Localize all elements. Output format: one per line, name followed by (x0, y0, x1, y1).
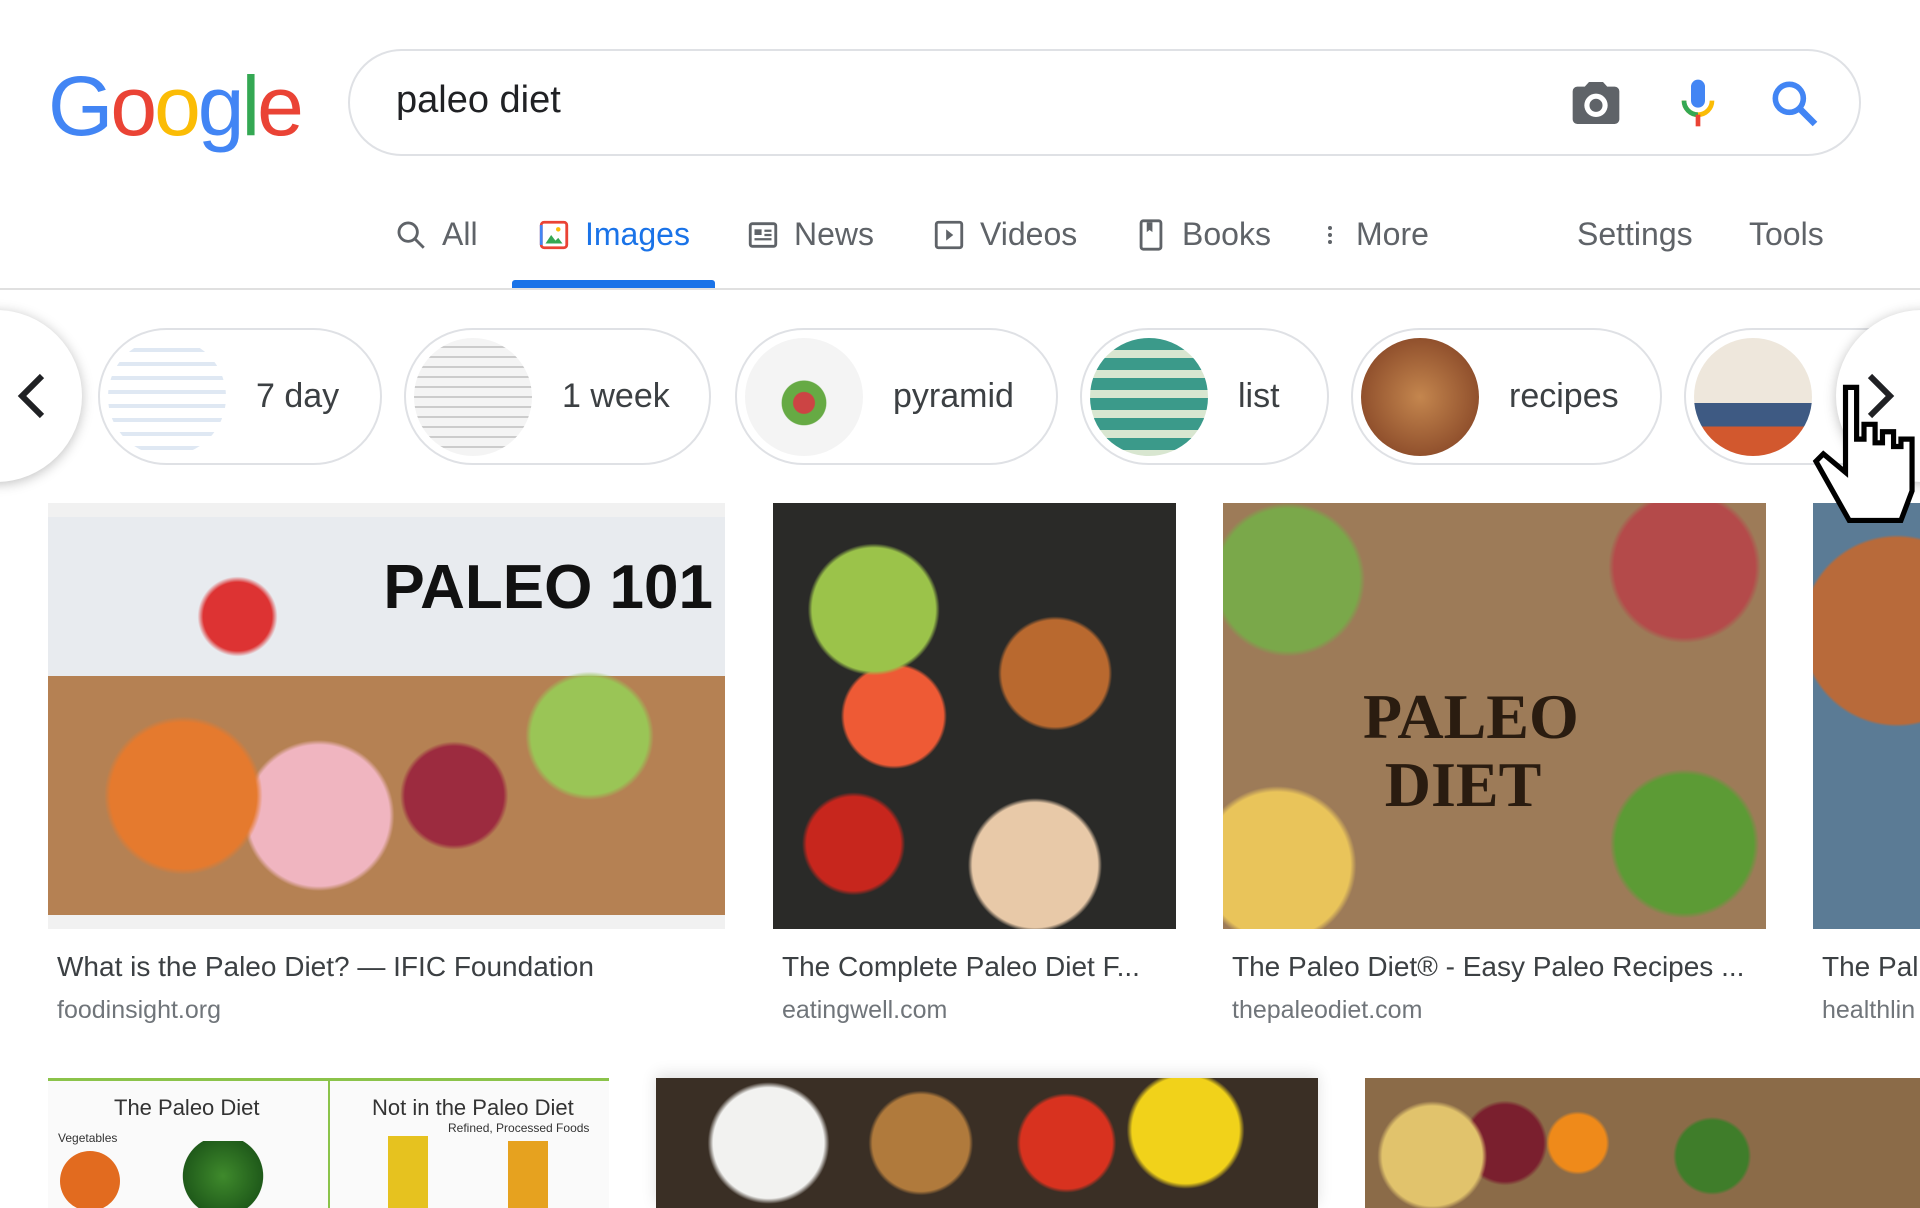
active-tab-indicator (512, 280, 715, 288)
result-source[interactable]: healthlin (1822, 996, 1915, 1025)
chip-list[interactable]: list (1080, 328, 1329, 465)
divider (0, 288, 1920, 290)
result-title[interactable]: The Pal (1822, 951, 1919, 983)
chip-label: recipes (1509, 377, 1619, 415)
chip-thumbnail (1694, 337, 1812, 456)
chip-label: 1 week (562, 377, 670, 415)
search-input[interactable]: paleo diet (396, 79, 561, 122)
tab-label: Images (585, 216, 690, 252)
tools-link[interactable]: Tools (1749, 216, 1824, 253)
tab-news[interactable]: News (746, 216, 874, 253)
settings-link[interactable]: Settings (1577, 216, 1693, 253)
tab-videos[interactable]: Videos (932, 216, 1077, 253)
play-icon (934, 220, 964, 249)
image-overlay-text: PALEO DIET (1363, 681, 1579, 820)
chip-label: list (1238, 377, 1280, 415)
tab-images[interactable]: Images (537, 216, 690, 253)
image-overlay-text: Vegetables (58, 1131, 118, 1145)
chip-1-week[interactable]: 1 week (404, 328, 711, 465)
result-source[interactable]: foodinsight.org (57, 996, 221, 1025)
image-overlay-text: Not in the Paleo Diet (372, 1095, 574, 1120)
news-icon (748, 221, 778, 248)
google-logo[interactable]: Google (48, 58, 304, 155)
result-image[interactable] (1813, 503, 1920, 929)
tab-label: Books (1182, 216, 1271, 252)
chip-pyramid[interactable]: pyramid (735, 328, 1058, 465)
chip-thumbnail (1090, 337, 1208, 456)
chip-thumbnail (108, 337, 226, 456)
hand-cursor-icon (1812, 384, 1915, 524)
result-source[interactable]: thepaleodiet.com (1232, 996, 1422, 1025)
image-overlay-text: Refined, Processed Foods (448, 1121, 590, 1135)
image-icon (539, 220, 569, 249)
result-image[interactable] (1365, 1078, 1920, 1208)
tab-all[interactable]: All (394, 216, 478, 253)
book-icon (1139, 218, 1163, 251)
image-overlay-text: PALEO 101 (383, 553, 713, 622)
chip-label: pyramid (893, 377, 1014, 415)
result-image[interactable]: The Paleo Diet Not in the Paleo Diet Veg… (48, 1078, 609, 1208)
chip-recipes[interactable]: recipes (1351, 328, 1662, 465)
result-title[interactable]: The Complete Paleo Diet F... (782, 951, 1176, 983)
camera-icon[interactable] (1568, 75, 1624, 131)
tab-books[interactable]: Books (1134, 216, 1271, 253)
result-image[interactable]: PALEO 101 (48, 503, 725, 929)
chip-7-day[interactable]: 7 day (98, 328, 382, 465)
image-overlay-text: The Paleo Diet (114, 1095, 260, 1120)
result-title[interactable]: What is the Paleo Diet? — IFIC Foundatio… (57, 951, 725, 983)
chip-label: 7 day (256, 377, 340, 415)
scroll-left-button[interactable] (0, 310, 82, 482)
tab-label: All (442, 216, 478, 252)
result-title[interactable]: The Paleo Diet® - Easy Paleo Recipes ... (1232, 951, 1766, 983)
tab-label: Videos (980, 216, 1078, 252)
microphone-icon[interactable] (1670, 75, 1726, 131)
search-box[interactable]: paleo diet (348, 49, 1861, 156)
chip-thumbnail (1361, 337, 1479, 456)
chip-thumbnail (414, 337, 532, 456)
chip-thumbnail (745, 337, 863, 456)
tab-more[interactable]: More (1318, 216, 1429, 253)
tab-label: More (1356, 216, 1429, 252)
result-image[interactable]: PALEO DIET (1223, 503, 1766, 929)
result-image[interactable] (656, 1078, 1318, 1208)
tab-label: News (794, 216, 875, 252)
search-icon (397, 221, 425, 249)
result-source[interactable]: eatingwell.com (782, 996, 947, 1025)
result-image[interactable] (773, 503, 1176, 929)
chevron-left-icon (17, 373, 45, 419)
search-icon[interactable] (1766, 75, 1822, 131)
more-vert-icon (1328, 225, 1332, 244)
